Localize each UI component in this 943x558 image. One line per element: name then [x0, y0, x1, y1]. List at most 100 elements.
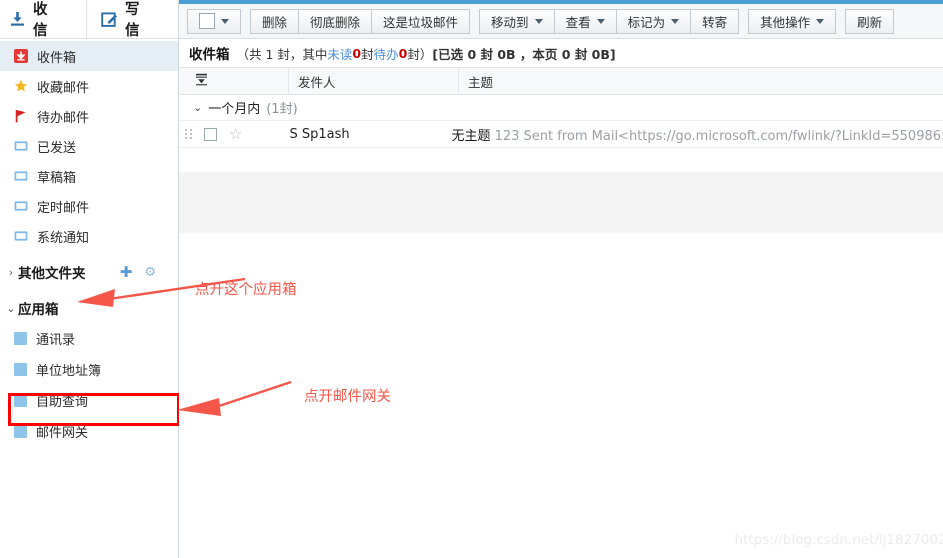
compose-mail-label: 写 信 [125, 2, 142, 39]
mark-as-button[interactable]: 标记为 [616, 8, 692, 34]
unread-count: 0 [352, 45, 362, 61]
app-box-group[interactable]: ⌄ 应用箱 [0, 293, 178, 323]
main-panel: 删除 彻底删除 这是垃圾邮件 移动到 查看 标记为 转寄 其他操作 刷新 收件箱… [77, 0, 943, 558]
sidebar-item-label: 收件箱 [37, 50, 77, 66]
app-box-label: 应用箱 [18, 302, 59, 318]
sidebar-item-mail-gateway[interactable]: 邮件网关 [0, 416, 178, 447]
chevron-down-icon: ⌄ [6, 301, 16, 315]
chevron-down-icon [221, 18, 229, 24]
stats-prefix: （共 1 封，其中 [236, 46, 328, 62]
sidebar-item-self-service-query[interactable]: 自助查询 [0, 385, 178, 416]
gear-icon[interactable]: ⚙ [144, 266, 156, 279]
select-all-dropdown-button[interactable] [187, 8, 241, 34]
app-square-icon [14, 425, 27, 438]
sidebar-item-label: 待办邮件 [37, 110, 90, 126]
drag-handle-icon[interactable] [185, 129, 198, 139]
folder-icon [14, 229, 28, 243]
app-box-items: 通讯录 单位地址簿 自助查询 邮件网关 [0, 323, 178, 447]
delete-button[interactable]: 删除 [250, 8, 300, 34]
toolbar-group-refresh: 刷新 [845, 8, 895, 34]
more-actions-label: 其他操作 [760, 14, 811, 30]
sidebar: 收 信 写 信 收件箱 收藏邮件 待办邮件 已发送 草稿箱 定时邮件 系统通知 … [0, 0, 180, 558]
receive-mail-button[interactable]: 收 信 [0, 0, 86, 39]
download-icon [9, 11, 26, 28]
row-subject: 无主题 123 Sent from Mail<https://go.micros… [451, 125, 943, 144]
receive-mail-label: 收 信 [33, 2, 50, 39]
sidebar-item-scheduled[interactable]: 定时邮件 [0, 191, 178, 221]
star-icon [14, 79, 28, 93]
app-item-label: 单位地址簿 [36, 364, 102, 379]
star-outline-icon[interactable]: ☆ [229, 126, 242, 142]
row-sender: S Sp1ash [289, 126, 350, 142]
selection-summary: [已选 0 封 0B ，本页 0 封 0B] [432, 46, 616, 62]
sidebar-item-label: 收藏邮件 [37, 80, 90, 96]
chevron-down-icon [816, 18, 825, 24]
column-select[interactable] [179, 67, 289, 95]
row-checkbox[interactable] [204, 127, 217, 141]
toolbar-group-delete: 删除 彻底删除 这是垃圾邮件 [250, 8, 471, 34]
list-group-label: 一个月内 [208, 102, 261, 117]
folder-icon [14, 139, 28, 153]
app-item-label: 自助查询 [36, 395, 89, 410]
sidebar-item-label: 定时邮件 [37, 200, 90, 216]
filter-icon[interactable] [195, 73, 208, 89]
permanent-delete-button[interactable]: 彻底删除 [299, 8, 373, 34]
app-square-icon [14, 394, 27, 407]
chevron-down-icon [534, 18, 543, 24]
more-actions-button[interactable]: 其他操作 [748, 8, 837, 34]
todo-count: 0 [398, 45, 408, 61]
chevron-right-icon: › [8, 265, 14, 279]
page-title: 收件箱 [189, 47, 230, 63]
annotation-text-app-box: 点开这个应用箱 [195, 282, 297, 298]
list-group-row[interactable]: ⌄ 一个月内 (1封) [179, 95, 943, 121]
other-folders-group[interactable]: › 其他文件夹 ✚ ⚙ [0, 257, 178, 287]
folder-icon [14, 169, 28, 183]
toolbar-group-actions: 移动到 查看 标记为 转寄 [479, 8, 740, 34]
mail-toolbar: 删除 彻底删除 这是垃圾邮件 移动到 查看 标记为 转寄 其他操作 刷新 [179, 4, 943, 39]
sidebar-item-favorites[interactable]: 收藏邮件 [0, 71, 178, 101]
toolbar-group-select [187, 8, 241, 34]
app-item-label: 通讯录 [36, 333, 76, 348]
empty-placeholder-band [179, 172, 943, 233]
forward-button[interactable]: 转寄 [691, 8, 740, 34]
plus-icon[interactable]: ✚ [120, 264, 133, 280]
mailbox-status-bar: 收件箱 （共 1 封，其中 未读 0 封 待办 0 封） [已选 0 封 0B … [179, 39, 943, 67]
list-column-header: 发件人 主题 [179, 67, 943, 95]
unread-label: 未读 [327, 46, 353, 62]
mark-as-label: 标记为 [627, 14, 666, 30]
compose-mail-button[interactable]: 写 信 [86, 0, 178, 39]
app-square-icon [14, 363, 27, 376]
inbox-icon [14, 49, 28, 63]
view-button[interactable]: 查看 [554, 8, 617, 34]
column-sender[interactable]: 发件人 [289, 67, 459, 95]
sidebar-item-contacts[interactable]: 通讯录 [0, 323, 178, 354]
other-folders-label: 其他文件夹 [18, 266, 86, 282]
sidebar-item-sent[interactable]: 已发送 [0, 131, 178, 161]
refresh-button[interactable]: 刷新 [845, 8, 895, 34]
chevron-down-icon [596, 18, 605, 24]
move-to-label: 移动到 [491, 14, 529, 30]
folder-icon [14, 199, 28, 213]
mark-spam-button[interactable]: 这是垃圾邮件 [372, 8, 471, 34]
sidebar-item-inbox[interactable]: 收件箱 [0, 41, 178, 71]
compose-icon [101, 11, 118, 28]
sidebar-item-org-address-book[interactable]: 单位地址簿 [0, 354, 178, 385]
column-subject[interactable]: 主题 [459, 67, 943, 95]
app-item-label: 邮件网关 [36, 426, 89, 441]
sidebar-item-drafts[interactable]: 草稿箱 [0, 161, 178, 191]
row-subject-title: 无主题 [451, 128, 491, 144]
app-square-icon [14, 332, 27, 345]
sidebar-item-todo[interactable]: 待办邮件 [0, 101, 178, 131]
watermark: https://blog.csdn.net/lj18270020070 [734, 532, 943, 548]
sidebar-item-system-notice[interactable]: 系统通知 [0, 221, 178, 251]
table-row[interactable]: ☆ S Sp1ash 无主题 123 Sent from Mail<https:… [179, 121, 943, 148]
move-to-button[interactable]: 移动到 [479, 8, 555, 34]
todo-unit: 封） [407, 46, 433, 62]
unread-unit: 封 [361, 46, 374, 62]
todo-label: 待办 [373, 46, 399, 62]
sidebar-item-label: 草稿箱 [37, 170, 77, 186]
flag-icon [14, 109, 28, 123]
chevron-down-icon: ⌄ [193, 101, 203, 114]
list-group-count: (1封) [266, 102, 298, 117]
row-subject-preview: 123 Sent from Mail<https://go.microsoft.… [490, 128, 943, 144]
